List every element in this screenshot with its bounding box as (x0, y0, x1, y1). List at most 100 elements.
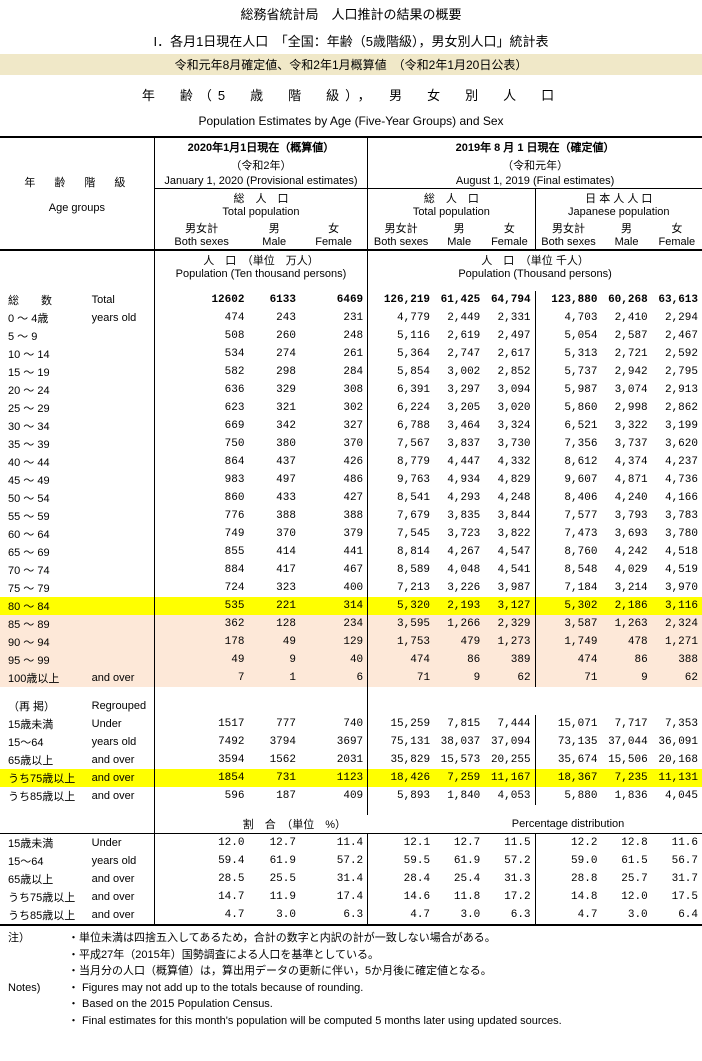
cell: 6,521 (535, 417, 601, 435)
table-row: 35 ～ 397503803707,5673,8373,7307,3563,73… (0, 435, 702, 453)
cell: 17.5 (652, 888, 702, 906)
cell: 4,248 (484, 489, 535, 507)
cell: 486 (300, 471, 368, 489)
cell: 2,942 (601, 363, 651, 381)
row-label-en (84, 633, 155, 651)
cell: 7,473 (535, 525, 601, 543)
row-label-en (84, 615, 155, 633)
cell: 478 (601, 633, 651, 651)
cell: 3,835 (434, 507, 484, 525)
cell: 56.7 (652, 852, 702, 870)
cell: 3594 (154, 751, 248, 769)
cell: 1,273 (484, 633, 535, 651)
cell: 3,793 (601, 507, 651, 525)
cell: 4,871 (601, 471, 651, 489)
cell: 25.7 (601, 870, 651, 888)
header-table-title: I．各月1日現在人口 「全国：年齢（5歳階級），男女別人口」統計表 (0, 27, 702, 54)
table-row: 65 ～ 698554144418,8144,2674,5478,7604,24… (0, 543, 702, 561)
table-row: 50 ～ 548604334278,5414,2934,2488,4064,24… (0, 489, 702, 507)
regroup-header: （再 掲）Regrouped (0, 697, 702, 715)
row-label-jp: 15～64 (0, 852, 84, 870)
cell: 4,779 (368, 309, 434, 327)
cell: 28.5 (154, 870, 248, 888)
cell: 38,037 (434, 733, 484, 751)
row-label-jp: 90 ～ 94 (0, 633, 84, 651)
cell: 7,353 (652, 715, 702, 733)
cell: 9 (248, 651, 300, 669)
cell: 323 (248, 579, 300, 597)
cell: 474 (154, 309, 248, 327)
row-label-en (84, 597, 155, 615)
table-row: 30 ～ 346693423276,7883,4643,3246,5213,32… (0, 417, 702, 435)
cell: 1 (248, 669, 300, 687)
cell: 370 (248, 525, 300, 543)
cell: 1,840 (434, 787, 484, 805)
table-row: 15歳未満Under151777774015,2597,8157,44415,0… (0, 715, 702, 733)
cell: 6,391 (368, 381, 434, 399)
cell: 62 (652, 669, 702, 687)
cell: 2,331 (484, 309, 535, 327)
table-row: 75 ～ 797243234007,2133,2263,9877,1843,21… (0, 579, 702, 597)
cell: 71 (368, 669, 434, 687)
cell: 2,449 (434, 309, 484, 327)
cell: 6.3 (484, 906, 535, 925)
cell: 12.8 (601, 834, 651, 853)
cell: 3,620 (652, 435, 702, 453)
cell: 12.0 (154, 834, 248, 853)
row-label-en: Under (84, 834, 155, 853)
cell: 380 (248, 435, 300, 453)
row-label-en: and over (84, 669, 155, 687)
row-label-jp: 15歳未満 (0, 715, 84, 733)
cell: 2,795 (652, 363, 702, 381)
cell: 2031 (300, 751, 368, 769)
cell: 7,444 (484, 715, 535, 733)
col-both: 男女計Both sexes (368, 219, 434, 250)
cell: 243 (248, 309, 300, 327)
cell: 8,406 (535, 489, 601, 507)
cell: 8,548 (535, 561, 601, 579)
cell: 6,224 (368, 399, 434, 417)
cell: 2,467 (652, 327, 702, 345)
cell: 11.8 (434, 888, 484, 906)
col-tot2-en: Total population (413, 206, 490, 218)
cell: 3697 (300, 733, 368, 751)
cell: 6.3 (300, 906, 368, 925)
cell: 2,617 (484, 345, 535, 363)
col-m: 男Male (434, 219, 484, 250)
table-row: 80 ～ 845352213145,3202,1933,1275,3022,18… (0, 597, 702, 615)
row-label-en: Total (84, 291, 155, 309)
cell: 7,545 (368, 525, 434, 543)
cell: 3794 (248, 733, 300, 751)
cell: 2,998 (601, 399, 651, 417)
cell: 4,447 (434, 453, 484, 471)
cell: 740 (300, 715, 368, 733)
row-label-jp: 総 数 (0, 291, 84, 309)
cell: 126,219 (368, 291, 434, 309)
cell: 40 (300, 651, 368, 669)
cell: 441 (300, 543, 368, 561)
cell: 1,749 (535, 633, 601, 651)
cell: 261 (300, 345, 368, 363)
cell: 49 (248, 633, 300, 651)
cell: 4,029 (601, 561, 651, 579)
cell: 7,717 (601, 715, 651, 733)
row-label-jp: 45 ～ 49 (0, 471, 84, 489)
col-date2-en: August 1, 2019 (Final estimates) (368, 174, 702, 189)
row-label-jp: 50 ～ 54 (0, 489, 84, 507)
col-m: 男Male (248, 219, 300, 250)
cell: 4,934 (434, 471, 484, 489)
row-label-jp: 85 ～ 89 (0, 615, 84, 633)
cell: 15,573 (434, 751, 484, 769)
cell: 426 (300, 453, 368, 471)
table-row: 55 ～ 597763883887,6793,8353,8447,5773,79… (0, 507, 702, 525)
notes: 注）・単位未満は四捨五入してあるため，合計の数字と内訳の計が一致しない場合がある… (0, 926, 702, 1033)
table-row: うち75歳以上and over1854731112318,4267,25911,… (0, 769, 702, 787)
cell: 4,048 (434, 561, 484, 579)
cell: 2,193 (434, 597, 484, 615)
cell: 4,829 (484, 471, 535, 489)
row-label-jp: 15～64 (0, 733, 84, 751)
cell: 3,737 (601, 435, 651, 453)
row-label-en (84, 525, 155, 543)
cell: 314 (300, 597, 368, 615)
row-label-jp: 65歳以上 (0, 870, 84, 888)
